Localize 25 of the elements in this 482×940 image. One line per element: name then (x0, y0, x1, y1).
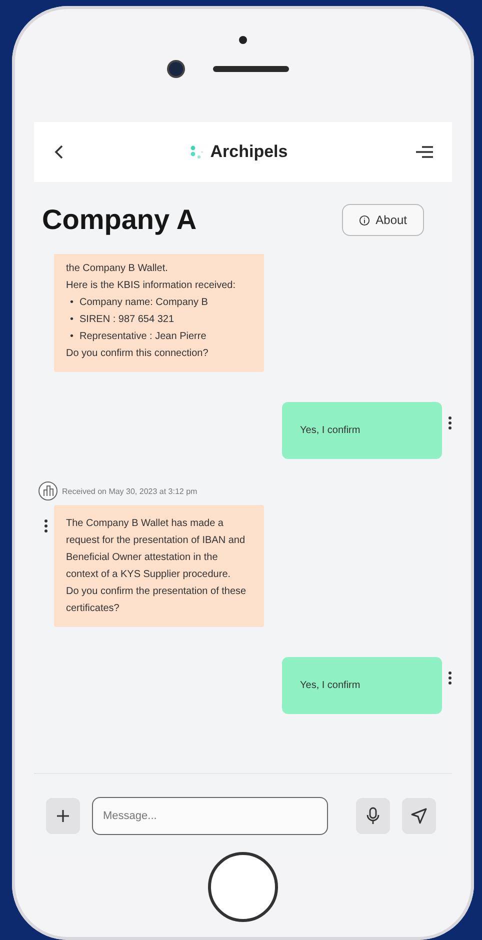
add-button[interactable] (46, 798, 80, 834)
about-button[interactable]: About (342, 204, 424, 236)
camera-lens (167, 60, 185, 78)
building-avatar-icon (38, 481, 58, 501)
received-message: the Company B Wallet. Here is the KBIS information received: • Company name: Company B • SIREN : 987 654 321 • Representative : Jean Pierre Do you confirm this connection? (54, 254, 264, 372)
more-options-icon[interactable] (448, 416, 452, 430)
send-button[interactable] (402, 798, 436, 834)
more-options-icon[interactable] (448, 671, 452, 685)
microphone-button[interactable] (356, 798, 390, 834)
more-options-icon[interactable] (44, 519, 48, 533)
app-logo: Archipels (210, 142, 288, 162)
info-icon (358, 214, 370, 226)
sensor-dot (239, 36, 247, 44)
microphone-icon (366, 807, 380, 825)
page-title: Company A (42, 204, 197, 236)
received-message: The Company B Wallet has made a request for the presentation of IBAN and Beneficial Owner attestation in the context of a KYS Supplier procedure. Do you confirm the presentation of these certificates? (54, 505, 264, 627)
back-icon[interactable] (54, 144, 64, 160)
plus-icon (56, 809, 70, 823)
menu-icon[interactable] (414, 145, 434, 159)
send-icon (410, 807, 428, 825)
sent-message: Yes, I confirm (282, 402, 442, 459)
logo-icon (190, 145, 204, 159)
sent-message: Yes, I confirm (282, 657, 442, 714)
message-field[interactable]: Message... (92, 797, 328, 835)
message-timestamp: Received on May 30, 2023 at 3:12 pm (62, 486, 198, 496)
